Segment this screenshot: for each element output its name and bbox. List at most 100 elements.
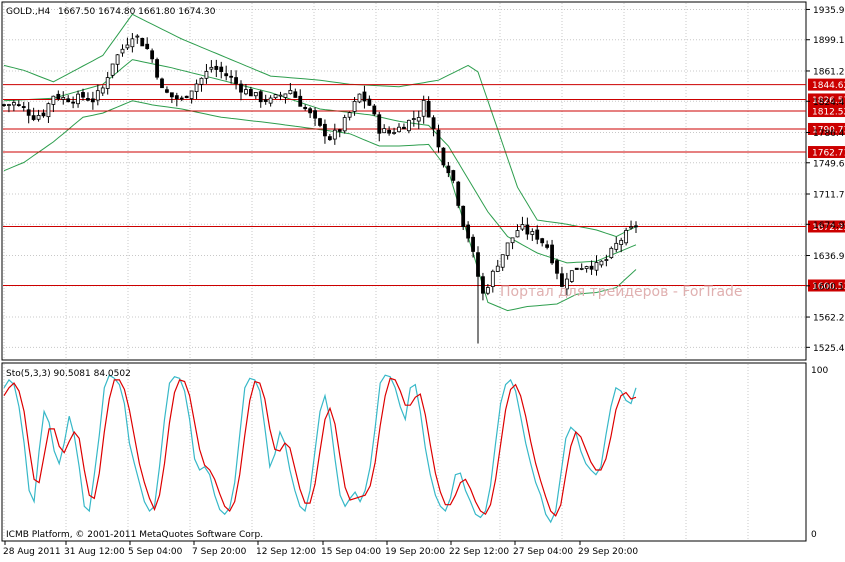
candle-body-bull <box>209 66 214 70</box>
candle-body-bull <box>619 239 624 245</box>
candle-body-bear <box>239 83 243 93</box>
time-axis-tick-label: 22 Sep 12:00 <box>449 547 509 557</box>
candle-body-bear <box>318 118 322 126</box>
candle-body-bull <box>244 89 248 95</box>
candle[interactable] <box>160 77 164 89</box>
candle-body-bear <box>169 92 174 98</box>
candle-body-bear <box>555 260 559 274</box>
candle-body-bull <box>105 77 110 89</box>
candle-body-bear <box>41 112 46 117</box>
candle[interactable] <box>140 37 145 47</box>
candle-body-bear <box>313 110 317 119</box>
watermark-text: Портал для трейдеров - ForTrade <box>500 284 743 300</box>
candle[interactable] <box>155 57 159 80</box>
candle-body-bear <box>71 101 76 104</box>
candle-body-bear <box>2 104 6 106</box>
candle[interactable] <box>574 267 579 270</box>
candle[interactable] <box>318 117 322 128</box>
candle-body-bull <box>485 287 490 294</box>
price-level-tag-label: 1762.71 <box>812 149 845 159</box>
price-axis-tick-label: 1600.15 <box>813 282 845 292</box>
price-level-tag-label: 1812.52 <box>812 108 845 118</box>
candle-body-bull <box>579 268 584 270</box>
candle[interactable] <box>184 95 189 99</box>
candle-body-bull <box>11 102 16 106</box>
candle[interactable] <box>609 246 614 260</box>
price-axis-tick-label: 1749.65 <box>813 159 845 169</box>
candle-body-bear <box>184 95 189 99</box>
price-axis-tick-label: 1935.95 <box>813 6 845 16</box>
candle-body-bear <box>16 104 21 106</box>
candle-body-bull <box>342 117 347 132</box>
candle-body-bull <box>510 237 515 244</box>
candle-body-bull <box>382 128 387 134</box>
candle-body-bear <box>150 50 155 60</box>
ohlc-label: 1667.50 1674.80 1661.80 1674.30 <box>58 7 216 17</box>
candle-body-bear <box>234 77 238 84</box>
candle-body-bear <box>461 205 466 227</box>
time-axis-tick-label: 5 Sep 04:00 <box>128 547 183 557</box>
candle-body-bull <box>194 83 199 93</box>
candle[interactable] <box>441 147 446 168</box>
candle-body-bull <box>411 118 416 120</box>
candle-body-bear <box>66 98 71 103</box>
candle-body-bear <box>224 73 229 77</box>
candle-body-bull <box>584 266 589 269</box>
trading-chart-window[interactable]: 1844.621826.571812.521790.731762.711672.… <box>0 0 845 558</box>
candle-body-bear <box>214 65 219 70</box>
candle-body-bear <box>550 244 554 264</box>
stochastic-panel[interactable] <box>1 362 807 542</box>
candle-body-bull <box>500 254 505 268</box>
candle-body-bear <box>323 123 327 137</box>
candle-body-bull <box>76 93 80 105</box>
time-axis-tick-label: 19 Sep 20:00 <box>385 547 445 557</box>
stochastic-label: Sto(5,3,3) 90.5081 84.0502 <box>6 369 131 379</box>
candle-body-bear <box>574 267 579 270</box>
candle-body-bear <box>145 43 150 50</box>
candle-body-bear <box>535 229 540 240</box>
candle-body-bull <box>110 63 115 76</box>
candle-body-bear <box>402 126 406 130</box>
candle-body-bear <box>56 93 61 100</box>
candle-body-bull <box>61 97 66 100</box>
candle[interactable] <box>569 270 574 284</box>
candle-body-bear <box>327 136 332 141</box>
candle-body-bull <box>624 229 629 244</box>
candle-body-bull <box>530 231 535 235</box>
candle-body-bear <box>263 99 268 102</box>
price-axis: 1935.95 1899.15 1861.20 1824.40 1786.45 1749.… <box>806 6 845 354</box>
candle-body-bear <box>140 37 145 47</box>
candle-body-bull <box>604 259 609 261</box>
candle-body-bear <box>525 224 530 235</box>
candle-body-bear <box>451 170 456 181</box>
candle-body-bull <box>36 115 41 120</box>
candle-body-bear <box>293 91 298 98</box>
candle-body-bull <box>199 77 204 85</box>
chart-canvas[interactable]: 1844.621826.571812.521790.731762.711672.… <box>0 0 845 558</box>
candle-body-bear <box>387 129 392 134</box>
candle[interactable] <box>461 205 466 230</box>
candle-body-bull <box>392 132 396 134</box>
candle-body-bull <box>357 93 362 103</box>
candle-body-bull <box>352 100 357 112</box>
candle-body-bear <box>165 89 169 93</box>
candle-body-bear <box>21 106 26 108</box>
candle-body-bull <box>347 112 352 118</box>
candle-body-bear <box>229 75 234 78</box>
candle-body-bull <box>406 119 411 132</box>
candle-body-bear <box>476 252 480 277</box>
candle-body-bear <box>634 225 638 228</box>
candle[interactable] <box>456 180 461 209</box>
candle[interactable] <box>624 227 629 246</box>
candle-body-bull <box>115 54 120 65</box>
candle-body-bear <box>436 129 441 148</box>
candle-body-bear <box>456 181 461 206</box>
candle[interactable] <box>342 114 347 134</box>
candle-body-bear <box>367 98 372 106</box>
candle-body-bull <box>490 270 495 287</box>
candle-body-bull <box>283 93 288 98</box>
candle[interactable] <box>357 93 362 104</box>
candle[interactable] <box>372 104 377 117</box>
price-axis-tick-label: 1824.40 <box>813 98 845 108</box>
time-axis-tick-label: 31 Aug 12:00 <box>64 547 125 557</box>
